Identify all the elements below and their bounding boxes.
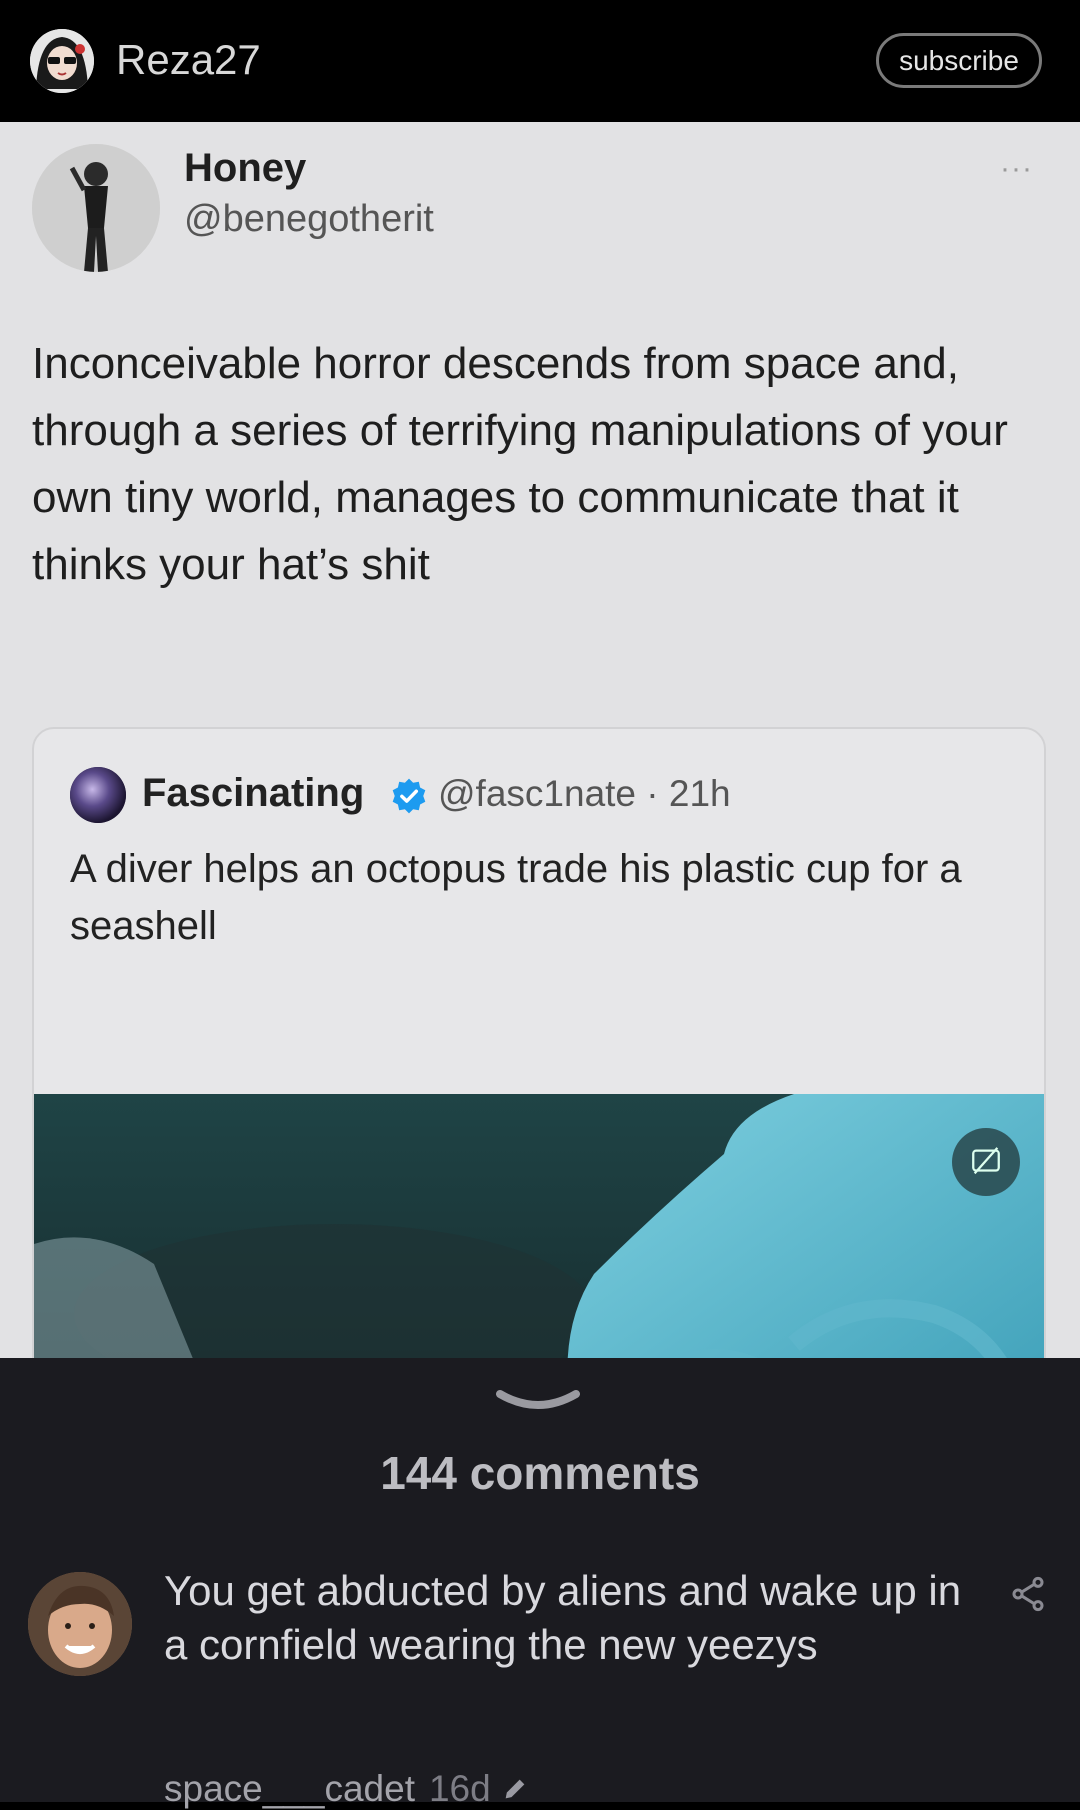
- chevron-down-icon[interactable]: [490, 1382, 586, 1422]
- quoted-author-name: Fascinating: [142, 771, 365, 815]
- quoted-text: A diver helps an octopus trade his plast…: [70, 847, 962, 948]
- underwater-scene-image: [34, 1094, 1044, 1358]
- pencil-icon: [505, 1779, 525, 1799]
- galaxy-avatar-icon: [70, 767, 126, 823]
- quoted-tweet: Fascinating @fasc1nate · 21h A diver hel…: [32, 727, 1046, 1358]
- comments-count[interactable]: 144 comments: [0, 1446, 1080, 1500]
- top-bar: Reza27 subscribe: [0, 0, 1080, 122]
- share-icon[interactable]: [1008, 1574, 1048, 1614]
- channel-username[interactable]: Reza27: [116, 34, 261, 86]
- post-image[interactable]: Honey @benegotherit ··· Inconceivable ho…: [0, 122, 1080, 1358]
- subscribe-button[interactable]: subscribe: [876, 33, 1042, 88]
- user-avatar-icon: [30, 29, 94, 93]
- comments-section: 144 comments You get abducted by aliens …: [0, 1358, 1080, 1809]
- face-avatar-icon: [28, 1572, 132, 1676]
- comment-author-name[interactable]: space___cadet: [164, 1768, 415, 1809]
- quoted-video[interactable]: [34, 1094, 1044, 1358]
- comment-age: 16d: [428, 1768, 491, 1809]
- verified-badge-icon: [392, 778, 426, 814]
- tweet-text: Inconceivable horror descends from space…: [32, 339, 1008, 589]
- comment-text: You get abducted by aliens and wake up i…: [164, 1567, 962, 1668]
- tweet-author-avatar: [32, 144, 160, 272]
- user-avatar[interactable]: [30, 29, 94, 93]
- more-options-icon: ···: [1000, 152, 1033, 185]
- gif-badge-icon[interactable]: [952, 1128, 1020, 1196]
- quoted-handle-time: @fasc1nate · 21h: [438, 773, 731, 814]
- tweet-author-handle: @benegotherit: [184, 198, 434, 240]
- comment-author-avatar[interactable]: [28, 1572, 132, 1676]
- person-photo-icon: [32, 144, 160, 272]
- quoted-author-avatar: [70, 767, 126, 823]
- comment-meta: space___cadet 16d: [164, 1768, 529, 1810]
- crossed-media-icon: [972, 1147, 1000, 1175]
- tweet-author-name: Honey: [184, 146, 307, 190]
